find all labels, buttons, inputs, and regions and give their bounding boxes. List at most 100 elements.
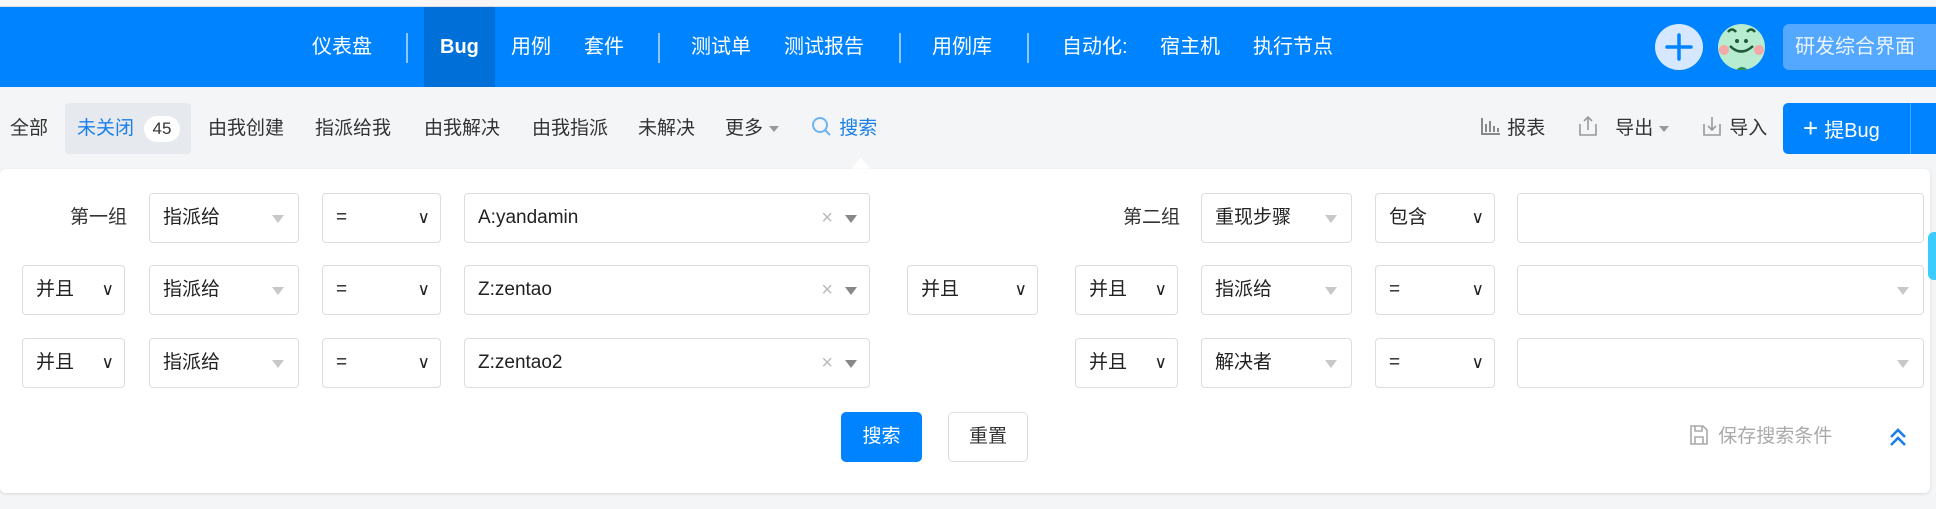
nav-exec-node[interactable]: 执行节点 bbox=[1253, 7, 1333, 87]
caret-down-icon bbox=[845, 287, 857, 295]
caret-down-icon bbox=[1325, 360, 1337, 368]
more-dropdown[interactable]: 更多 bbox=[725, 103, 780, 154]
tab-unresolved[interactable]: 未解决 bbox=[638, 103, 695, 154]
field-value: 解决者 bbox=[1215, 352, 1273, 373]
clear-icon[interactable]: × bbox=[821, 339, 833, 387]
field-value: 指派给 bbox=[163, 352, 221, 373]
group1-operator-select[interactable]: = ∨ bbox=[322, 193, 441, 243]
field-value: 指派给 bbox=[163, 279, 221, 300]
split-divider bbox=[1910, 103, 1911, 154]
group1-logic-select[interactable]: 并且 ∨ bbox=[22, 265, 125, 315]
tab-all[interactable]: 全部 bbox=[10, 103, 48, 154]
clear-icon[interactable]: × bbox=[821, 194, 833, 242]
plus-icon: + bbox=[1803, 113, 1819, 143]
submit-bug-label: 提Bug bbox=[1824, 120, 1880, 142]
nav-caselib[interactable]: 用例库 bbox=[932, 7, 992, 87]
nav-testcase[interactable]: 用例 bbox=[511, 7, 551, 87]
group1-operator-select[interactable]: = ∨ bbox=[322, 338, 441, 388]
tab-assigned-to-me[interactable]: 指派给我 bbox=[315, 103, 391, 154]
value-text: Z:zentao bbox=[478, 279, 552, 300]
caret-down-icon bbox=[272, 360, 284, 368]
reset-button[interactable]: 重置 bbox=[948, 412, 1028, 462]
chevron-down-icon: ∨ bbox=[1154, 353, 1167, 372]
tab-unclosed[interactable]: 未关闭 45 bbox=[65, 103, 191, 154]
nav-divider bbox=[658, 33, 660, 63]
search-toggle-label: 搜索 bbox=[839, 118, 878, 139]
nav-dashboard[interactable]: 仪表盘 bbox=[312, 7, 372, 87]
nav-host[interactable]: 宿主机 bbox=[1160, 7, 1220, 87]
import-icon bbox=[1703, 117, 1721, 136]
frog-avatar-icon bbox=[1719, 28, 1764, 70]
caret-down-icon bbox=[1325, 287, 1337, 295]
logic-value: 并且 bbox=[36, 279, 75, 300]
search-button[interactable]: 搜索 bbox=[841, 412, 922, 462]
operator-value: = bbox=[336, 352, 348, 373]
operator-value: = bbox=[1389, 279, 1401, 300]
nav-suite[interactable]: 套件 bbox=[584, 7, 624, 87]
chevron-down-icon: ∨ bbox=[1471, 208, 1484, 227]
avatar[interactable] bbox=[1718, 24, 1765, 70]
import-button[interactable]: 导入 bbox=[1700, 103, 1767, 154]
save-search-label: 保存搜索条件 bbox=[1718, 426, 1833, 447]
group2-field-select[interactable]: 重现步骤 bbox=[1201, 193, 1352, 243]
tab-created-by-me[interactable]: 由我创建 bbox=[208, 103, 284, 154]
group1-value-select[interactable]: Z:zentao2 × bbox=[464, 338, 870, 388]
group2-field-select[interactable]: 解决者 bbox=[1201, 338, 1352, 388]
group2-value-input[interactable] bbox=[1517, 193, 1924, 243]
nav-divider bbox=[1027, 33, 1029, 63]
operator-value: = bbox=[336, 279, 348, 300]
group2-operator-select[interactable]: 包含 ∨ bbox=[1375, 193, 1495, 243]
nav-bug[interactable]: Bug bbox=[424, 7, 495, 87]
search-toggle[interactable]: 搜索 bbox=[810, 103, 877, 154]
group1-logic-select[interactable]: 并且 ∨ bbox=[22, 338, 125, 388]
group-logic-select[interactable]: 并且 ∨ bbox=[907, 265, 1038, 315]
chevron-down-icon: ∨ bbox=[417, 353, 430, 372]
logic-value: 并且 bbox=[921, 279, 960, 300]
logic-value: 并且 bbox=[36, 352, 75, 373]
caret-down-icon bbox=[1325, 215, 1337, 223]
export-icon bbox=[1579, 115, 1597, 136]
create-plus-button[interactable] bbox=[1655, 24, 1703, 70]
chevron-down-icon: ∨ bbox=[1471, 280, 1484, 299]
group1-value-select[interactable]: A:yandamin × bbox=[464, 193, 870, 243]
chevron-down-icon: ∨ bbox=[101, 353, 114, 372]
group2-label: 第二组 bbox=[1122, 207, 1180, 228]
group2-operator-select[interactable]: = ∨ bbox=[1375, 265, 1495, 315]
value-text: Z:zentao2 bbox=[478, 352, 563, 373]
group1-field-select[interactable]: 指派给 bbox=[149, 193, 299, 243]
submit-bug-button[interactable]: + 提Bug bbox=[1783, 103, 1936, 154]
nav-divider bbox=[899, 33, 901, 63]
operator-value: = bbox=[336, 207, 348, 228]
group1-operator-select[interactable]: = ∨ bbox=[322, 265, 441, 315]
group2-value-select[interactable] bbox=[1517, 338, 1924, 388]
caret-down-icon bbox=[272, 287, 284, 295]
caret-down-icon bbox=[272, 215, 284, 223]
side-float-tab[interactable] bbox=[1928, 232, 1936, 280]
field-value: 重现步骤 bbox=[1215, 207, 1292, 228]
export-dropdown[interactable]: 导出 bbox=[1576, 103, 1670, 154]
logic-value: 并且 bbox=[1089, 279, 1128, 300]
field-value: 指派给 bbox=[1215, 279, 1273, 300]
group1-field-select[interactable]: 指派给 bbox=[149, 338, 299, 388]
nav-testtask[interactable]: 测试单 bbox=[691, 7, 751, 87]
nav-testreport[interactable]: 测试报告 bbox=[784, 7, 864, 87]
tab-assigned-by-me[interactable]: 由我指派 bbox=[532, 103, 608, 154]
group1-value-select[interactable]: Z:zentao × bbox=[464, 265, 870, 315]
report-button[interactable]: 报表 bbox=[1480, 103, 1545, 154]
group2-logic-select[interactable]: 并且 ∨ bbox=[1075, 338, 1178, 388]
group2-operator-select[interactable]: = ∨ bbox=[1375, 338, 1495, 388]
collapse-panel-button[interactable] bbox=[1887, 420, 1909, 454]
workspace-switcher[interactable]: 研发综合界面 bbox=[1783, 24, 1936, 70]
caret-down-icon bbox=[845, 360, 857, 368]
chevron-down-icon: ∨ bbox=[417, 280, 430, 299]
browser-strip bbox=[0, 0, 1936, 7]
clear-icon[interactable]: × bbox=[821, 266, 833, 314]
tab-resolved-by-me[interactable]: 由我解决 bbox=[424, 103, 500, 154]
group2-logic-select[interactable]: 并且 ∨ bbox=[1075, 265, 1178, 315]
group2-field-select[interactable]: 指派给 bbox=[1201, 265, 1352, 315]
save-search-button[interactable]: 保存搜索条件 bbox=[1689, 420, 1832, 454]
group1-field-select[interactable]: 指派给 bbox=[149, 265, 299, 315]
group2-value-select[interactable] bbox=[1517, 265, 1924, 315]
nav-divider bbox=[406, 33, 408, 63]
chevron-down-icon: ∨ bbox=[417, 208, 430, 227]
